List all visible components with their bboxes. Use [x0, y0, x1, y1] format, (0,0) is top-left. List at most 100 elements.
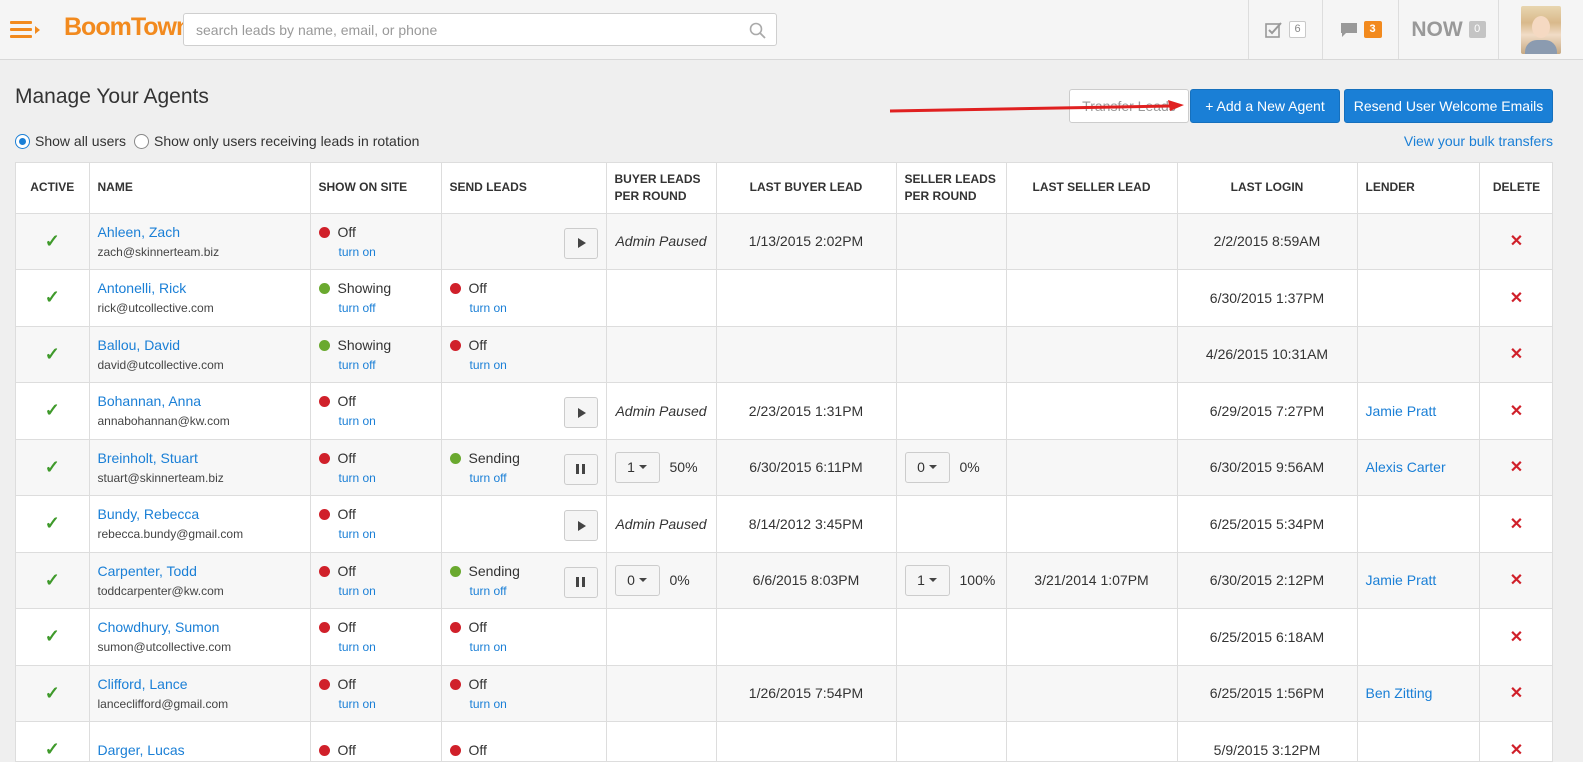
close-icon[interactable]: ✕ — [1510, 516, 1523, 533]
agent-name-link[interactable]: Chowdhury, Sumon — [98, 619, 302, 635]
agent-name-link[interactable]: Bohannan, Anna — [98, 393, 302, 409]
check-icon[interactable]: ✓ — [45, 570, 60, 590]
pause-button[interactable] — [564, 454, 598, 485]
check-icon[interactable]: ✓ — [45, 513, 60, 533]
filter-rotation-radio[interactable] — [134, 134, 149, 149]
show-on-site-toggle-link[interactable]: turn on — [339, 584, 433, 598]
send-leads-status-dot — [450, 283, 461, 294]
table-row: ✓Carpenter, Toddtoddcarpenter@kw.comOfft… — [16, 552, 1553, 609]
search-icon[interactable] — [749, 22, 766, 39]
show-on-site-status-dot — [319, 622, 330, 633]
filter-all-users[interactable]: Show all users — [15, 133, 126, 149]
agent-name-link[interactable]: Bundy, Rebecca — [98, 506, 302, 522]
boomtown-logo[interactable]: BoomTown! — [64, 13, 198, 42]
check-icon[interactable]: ✓ — [45, 739, 60, 759]
buyer-leads-per-round-dropdown[interactable]: 0 — [615, 565, 660, 596]
lender-link[interactable]: Ben Zitting — [1366, 685, 1433, 701]
show-on-site-toggle-link[interactable]: turn on — [339, 245, 433, 259]
messages-button[interactable]: 3 — [1322, 0, 1398, 59]
show-on-site-toggle-link[interactable]: turn on — [339, 471, 433, 485]
chevron-down-icon — [639, 465, 647, 469]
send-leads-status-dot — [450, 453, 461, 464]
agent-name-link[interactable]: Ballou, David — [98, 337, 302, 353]
agent-name-link[interactable]: Ahleen, Zach — [98, 224, 302, 240]
buyer-leads-per-round-dropdown[interactable]: 1 — [615, 452, 660, 483]
col-header-last-login[interactable]: LAST LOGIN — [1177, 163, 1357, 213]
check-icon[interactable]: ✓ — [45, 626, 60, 646]
play-button[interactable] — [564, 397, 598, 428]
col-header-seller-leads[interactable]: SELLER LEADSPER ROUND — [896, 163, 1006, 213]
close-icon[interactable]: ✕ — [1510, 459, 1523, 476]
show-on-site-status-dot — [319, 340, 330, 351]
tasks-button[interactable]: 6 — [1248, 0, 1322, 59]
agent-name-link[interactable]: Breinholt, Stuart — [98, 450, 302, 466]
filter-all-radio[interactable] — [15, 134, 30, 149]
col-header-active[interactable]: ACTIVE — [16, 163, 89, 213]
play-button[interactable] — [564, 228, 598, 259]
checkbox-task-icon — [1265, 21, 1283, 39]
check-icon[interactable]: ✓ — [45, 683, 60, 703]
col-header-show-on-site[interactable]: SHOW ON SITE — [310, 163, 441, 213]
send-leads-toggle-link[interactable]: turn on — [470, 697, 598, 711]
filter-all-label: Show all users — [35, 133, 126, 149]
close-icon[interactable]: ✕ — [1510, 685, 1523, 702]
lender-link[interactable]: Jamie Pratt — [1366, 572, 1437, 588]
filter-rotation-users[interactable]: Show only users receiving leads in rotat… — [134, 133, 419, 149]
check-icon[interactable]: ✓ — [45, 344, 60, 364]
agent-name-link[interactable]: Carpenter, Todd — [98, 563, 302, 579]
col-header-buyer-leads[interactable]: BUYER LEADSPER ROUND — [606, 163, 716, 213]
agent-name-link[interactable]: Clifford, Lance — [98, 676, 302, 692]
check-icon[interactable]: ✓ — [45, 400, 60, 420]
close-icon[interactable]: ✕ — [1510, 742, 1523, 759]
show-on-site-toggle-link[interactable]: turn on — [339, 414, 433, 428]
pause-button[interactable] — [564, 567, 598, 598]
agent-name-link[interactable]: Darger, Lucas — [98, 742, 302, 758]
show-on-site-toggle-link[interactable]: turn on — [339, 527, 433, 541]
send-leads-status-dot — [450, 566, 461, 577]
col-header-name[interactable]: NAME — [89, 163, 310, 213]
show-on-site-toggle-link[interactable]: turn on — [339, 640, 433, 654]
send-leads-toggle-link[interactable]: turn on — [470, 358, 598, 372]
close-icon[interactable]: ✕ — [1510, 233, 1523, 250]
hamburger-menu-icon[interactable] — [10, 18, 42, 42]
check-icon[interactable]: ✓ — [45, 231, 60, 251]
send-leads-toggle-link[interactable]: turn on — [470, 301, 598, 315]
lender-link[interactable]: Alexis Carter — [1366, 459, 1446, 475]
play-button[interactable] — [564, 510, 598, 541]
now-button[interactable]: NOW 0 — [1398, 0, 1498, 59]
show-on-site-status: Off — [338, 742, 356, 758]
send-leads-status-dot — [450, 622, 461, 633]
show-on-site-toggle-link[interactable]: turn off — [339, 358, 433, 372]
agent-name-link[interactable]: Antonelli, Rick — [98, 280, 302, 296]
col-header-last-seller-lead[interactable]: LAST SELLER LEAD — [1006, 163, 1177, 213]
show-on-site-status: Showing — [338, 280, 392, 296]
close-icon[interactable]: ✕ — [1510, 572, 1523, 589]
col-header-last-buyer-lead[interactable]: LAST BUYER LEAD — [716, 163, 896, 213]
check-icon[interactable]: ✓ — [45, 457, 60, 477]
col-header-delete: DELETE — [1479, 163, 1553, 213]
search-input[interactable] — [184, 14, 776, 45]
table-row: ✓Ahleen, Zachzach@skinnerteam.bizOffturn… — [16, 213, 1553, 270]
show-on-site-toggle-link[interactable]: turn off — [339, 301, 433, 315]
view-bulk-transfers-link[interactable]: View your bulk transfers — [1404, 133, 1553, 149]
lender-link[interactable]: Jamie Pratt — [1366, 403, 1437, 419]
send-leads-status: Off — [469, 619, 487, 635]
add-new-agent-button[interactable]: + Add a New Agent — [1190, 89, 1340, 123]
lead-search-box — [183, 13, 777, 46]
seller-leads-per-round-dropdown[interactable]: 0 — [905, 452, 950, 483]
show-on-site-toggle-link[interactable]: turn on — [339, 697, 433, 711]
col-header-lender[interactable]: LENDER — [1357, 163, 1479, 213]
close-icon[interactable]: ✕ — [1510, 629, 1523, 646]
col-header-send-leads[interactable]: SEND LEADS — [441, 163, 606, 213]
check-icon[interactable]: ✓ — [45, 287, 60, 307]
user-avatar-button[interactable] — [1498, 0, 1583, 59]
close-icon[interactable]: ✕ — [1510, 346, 1523, 363]
close-icon[interactable]: ✕ — [1510, 290, 1523, 307]
send-leads-toggle-link[interactable]: turn on — [470, 640, 598, 654]
buyer-leads-percent: 0% — [670, 572, 690, 588]
show-on-site-status: Off — [338, 224, 356, 240]
close-icon[interactable]: ✕ — [1510, 403, 1523, 420]
seller-leads-per-round-dropdown[interactable]: 1 — [905, 565, 950, 596]
resend-welcome-emails-button[interactable]: Resend User Welcome Emails — [1344, 89, 1553, 123]
last-login: 6/30/2015 2:12PM — [1210, 572, 1324, 588]
